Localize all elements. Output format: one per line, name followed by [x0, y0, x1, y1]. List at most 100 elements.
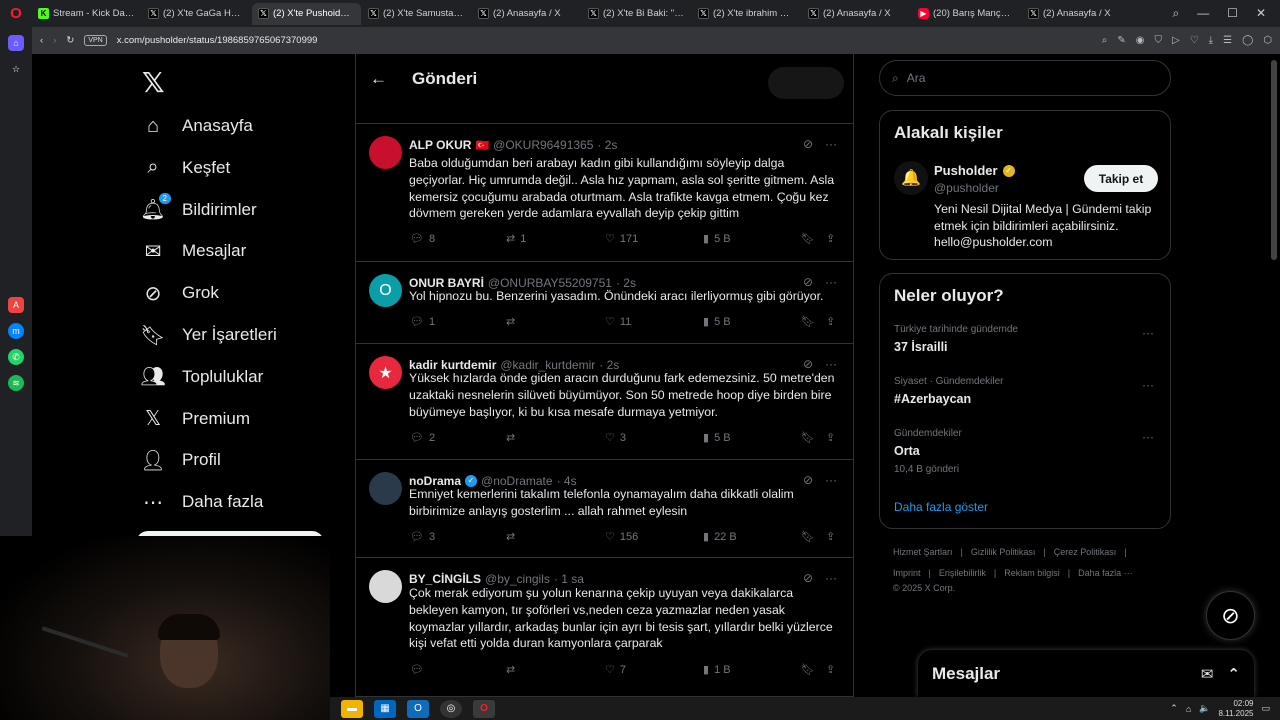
- reply-button[interactable]: 💬︎ 1: [410, 315, 435, 329]
- obs-icon[interactable]: ◎: [440, 699, 462, 718]
- nav-item-bildirimler[interactable]: 🔔︎ 2 Bildirimler: [140, 190, 257, 230]
- outlook-icon[interactable]: O: [407, 699, 429, 718]
- back-icon[interactable]: ‹: [40, 35, 43, 46]
- camera-icon[interactable]: ◉: [1136, 35, 1145, 46]
- footer-link[interactable]: Çerez Politikası: [1054, 547, 1117, 557]
- browser-tab[interactable]: 𝕏 (2) Anasayfa / X: [1022, 3, 1131, 25]
- nav-item-mesajlar[interactable]: ✉ Mesajlar: [140, 231, 247, 271]
- whatsapp-icon[interactable]: ✆: [8, 349, 24, 365]
- download-icon[interactable]: ⤓: [1209, 35, 1213, 46]
- shield-icon[interactable]: ⛉: [1155, 35, 1163, 46]
- repost-button[interactable]: ⇄ 1: [506, 232, 526, 246]
- repost-button[interactable]: ⇄: [506, 431, 520, 444]
- back-arrow-icon[interactable]: ←: [370, 69, 388, 89]
- tray-chevron-icon[interactable]: ⌃: [1170, 703, 1178, 714]
- more-options-icon[interactable]: ···: [825, 473, 837, 487]
- show-more-link[interactable]: Daha fazla göster: [894, 500, 988, 514]
- new-message-icon[interactable]: ✉: [1201, 665, 1214, 683]
- network-icon[interactable]: ⌂: [1186, 704, 1191, 714]
- related-handle[interactable]: @pusholder: [934, 181, 999, 195]
- views-button[interactable]: ▮ 1 B: [703, 663, 731, 677]
- post-time[interactable]: · 2s: [597, 138, 617, 152]
- user-avatar[interactable]: [369, 472, 402, 505]
- header-blurred-button[interactable]: [768, 67, 844, 99]
- tab-search-icon[interactable]: ⌕: [1172, 6, 1179, 21]
- menu-icon[interactable]: ☰: [1223, 35, 1232, 46]
- play-icon[interactable]: ▷: [1172, 35, 1180, 46]
- star-sidebar-icon[interactable]: ☆: [8, 61, 24, 77]
- reply-button[interactable]: 💬︎ 8: [410, 232, 435, 246]
- user-avatar[interactable]: [369, 570, 402, 603]
- close-window-button[interactable]: ✕: [1256, 6, 1266, 21]
- nav-item-yer-i̇şaretleri[interactable]: 🔖︎ Yer İşaretleri: [140, 315, 277, 355]
- share-button[interactable]: ⇪: [826, 663, 835, 676]
- nav-item-premium[interactable]: 𝕏 Premium: [140, 399, 250, 439]
- expand-icon[interactable]: ⌃: [1227, 665, 1240, 683]
- heart-icon[interactable]: ♡: [1190, 35, 1199, 46]
- browser-tab[interactable]: 𝕏 (2) X'te Samustappen: "k: [362, 3, 471, 25]
- author-handle[interactable]: @OKUR96491365: [493, 138, 593, 152]
- volume-icon[interactable]: 🔈: [1199, 703, 1210, 714]
- repost-button[interactable]: ⇄: [506, 663, 520, 676]
- file-explorer-icon[interactable]: ▬: [341, 699, 363, 718]
- footer-link[interactable]: Daha fazla ···: [1078, 568, 1133, 578]
- search-input[interactable]: ⌕ Ara: [879, 60, 1171, 96]
- zoom-icon[interactable]: ⌕: [1102, 35, 1108, 46]
- url-field[interactable]: x.com/pusholder/status/19868597650673709…: [117, 35, 318, 46]
- views-button[interactable]: ▮ 5 B: [703, 431, 731, 445]
- opera-logo-icon[interactable]: O: [0, 0, 32, 27]
- related-name[interactable]: Pusholder: [934, 163, 998, 178]
- user-avatar[interactable]: [369, 136, 402, 169]
- nav-item-grok[interactable]: ⊘ Grok: [140, 273, 219, 313]
- edit-icon[interactable]: ✎: [1117, 35, 1125, 46]
- browser-tab[interactable]: 𝕏 (2) X'te Pushoider: "Ankar: [252, 2, 361, 25]
- bookmark-button[interactable]: 🔖︎: [801, 431, 815, 444]
- trend-topic[interactable]: #Azerbaycan: [894, 392, 971, 406]
- maximize-button[interactable]: ☐: [1227, 6, 1238, 21]
- views-button[interactable]: ▮ 22 B: [703, 530, 737, 544]
- bookmark-button[interactable]: 🔖︎: [801, 232, 815, 245]
- author-handle[interactable]: @by_cingils: [485, 572, 550, 586]
- share-button[interactable]: ⇪: [826, 530, 835, 543]
- browser-tab[interactable]: 𝕏 (2) Anasayfa / X: [802, 3, 911, 25]
- home-sidebar-icon[interactable]: ⌂: [8, 35, 24, 51]
- footer-link[interactable]: Imprint: [893, 568, 921, 578]
- user-avatar[interactable]: ★: [369, 356, 402, 389]
- browser-tab[interactable]: ▶ (20) Barış Manço - Simsiy: [912, 3, 1021, 25]
- browser-tab[interactable]: 𝕏 (2) X'te ibrahim Haskolo: [692, 3, 801, 25]
- browser-tab[interactable]: 𝕏 (2) Anasayfa / X: [472, 3, 581, 25]
- footer-link[interactable]: Erişilebilirlik: [939, 568, 986, 578]
- bookmark-button[interactable]: 🔖︎: [801, 315, 815, 328]
- trend-more-icon[interactable]: ···: [1142, 430, 1154, 444]
- author-name[interactable]: ALP OKUR: [409, 138, 471, 152]
- bookmark-button[interactable]: 🔖︎: [801, 663, 815, 676]
- more-options-icon[interactable]: ···: [825, 571, 837, 585]
- trend-topic[interactable]: Orta: [894, 444, 920, 458]
- bookmark-button[interactable]: 🔖︎: [801, 530, 815, 543]
- nav-item-anasayfa[interactable]: ⌂ Anasayfa: [140, 106, 253, 146]
- like-button[interactable]: ♡ 171: [605, 232, 638, 246]
- clock[interactable]: 02:09 8.11.2025: [1218, 699, 1253, 719]
- messages-drawer[interactable]: Mesajlar ✉ ⌃: [918, 650, 1254, 697]
- like-button[interactable]: ♡ 7: [605, 663, 626, 677]
- store-icon[interactable]: ▦: [374, 699, 396, 718]
- footer-link[interactable]: Hizmet Şartları: [893, 547, 953, 557]
- share-button[interactable]: ⇪: [826, 431, 835, 444]
- extension-icon[interactable]: ⬡: [1263, 35, 1272, 46]
- more-options-icon[interactable]: ···: [825, 137, 837, 151]
- pusholder-avatar[interactable]: 🔔: [894, 161, 928, 195]
- user-avatar[interactable]: O: [369, 274, 402, 307]
- reply-button[interactable]: 💬︎ 3: [410, 530, 435, 544]
- browser-tab[interactable]: 𝕏 (2) X'te GaGa Haber: "CN: [142, 3, 251, 25]
- repost-button[interactable]: ⇄: [506, 315, 520, 328]
- trend-topic[interactable]: 37 İsrailli: [894, 340, 948, 354]
- browser-tab[interactable]: 𝕏 (2) X'te Bi Baki: "Bir kadın: [582, 3, 691, 25]
- trend-more-icon[interactable]: ···: [1142, 326, 1154, 340]
- views-button[interactable]: ▮ 5 B: [703, 232, 731, 246]
- x-logo-icon[interactable]: 𝕏: [142, 66, 165, 99]
- notification-icon[interactable]: ▭: [1261, 703, 1270, 714]
- footer-link[interactable]: Gizlilik Politikası: [971, 547, 1036, 557]
- spotify-icon[interactable]: ≋: [8, 375, 24, 391]
- messenger-icon[interactable]: m: [8, 323, 24, 339]
- grok-explain-icon[interactable]: ⊘: [803, 275, 813, 289]
